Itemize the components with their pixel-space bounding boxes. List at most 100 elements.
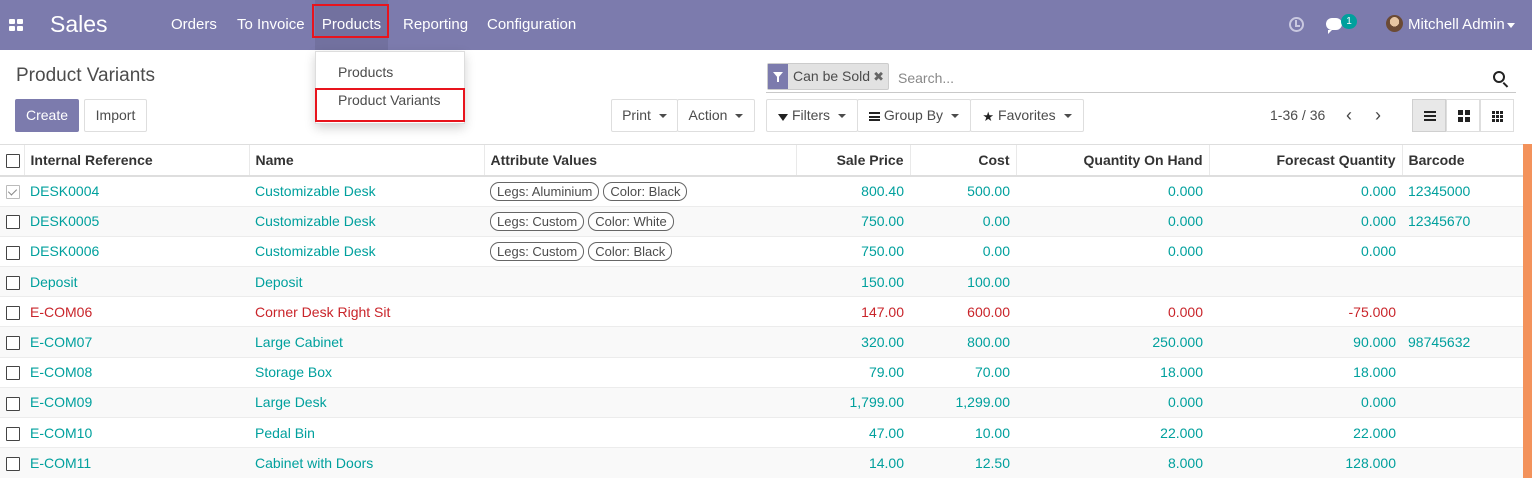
activity-clock-icon[interactable] [1289, 17, 1304, 32]
cell-sale-price[interactable]: 750.00 [796, 205, 910, 237]
pager-next-icon[interactable]: › [1368, 103, 1388, 127]
cell-attribute-values[interactable]: Legs: Aluminium Color: Black [484, 175, 796, 207]
cell-attribute-values[interactable] [484, 447, 796, 478]
cell-quantity-on-hand[interactable]: 0.000 [1016, 296, 1209, 327]
cell-forecast-quantity[interactable]: 128.000 [1209, 447, 1402, 478]
table-row[interactable]: Deposit Deposit 150.00 100.00 [0, 266, 1523, 297]
row-checkbox[interactable] [6, 215, 20, 230]
cell-forecast-quantity[interactable]: 0.000 [1209, 205, 1402, 237]
list-view-button[interactable] [1412, 99, 1446, 132]
menu-products[interactable]: Products [315, 0, 388, 50]
cell-quantity-on-hand[interactable]: 250.000 [1016, 326, 1209, 358]
table-row[interactable]: E-COM09 Large Desk 1,799.00 1,299.00 0.000 0.… [0, 386, 1523, 418]
cell-barcode[interactable] [1402, 296, 1523, 327]
select-all-checkbox[interactable] [6, 154, 20, 169]
action-button[interactable]: Action [677, 99, 755, 132]
row-checkbox[interactable] [6, 366, 20, 381]
filters-button[interactable]: Filters [766, 99, 858, 132]
cell-quantity-on-hand[interactable] [1016, 266, 1209, 297]
apps-menu-icon[interactable] [9, 19, 23, 31]
row-checkbox[interactable] [6, 457, 20, 472]
cell-forecast-quantity[interactable] [1209, 266, 1402, 297]
cell-name[interactable]: Corner Desk Right Sit [249, 296, 484, 327]
cell-forecast-quantity[interactable]: -75.000 [1209, 296, 1402, 327]
row-checkbox[interactable] [6, 305, 20, 320]
cell-cost[interactable]: 10.00 [910, 416, 1016, 448]
cell-internal-reference[interactable]: E-COM09 [24, 386, 249, 418]
cell-attribute-values[interactable]: Legs: Custom Color: White [484, 205, 796, 237]
print-button[interactable]: Print [611, 99, 678, 132]
cell-attribute-values[interactable]: Legs: Custom Color: Black [484, 235, 796, 267]
user-avatar[interactable] [1386, 15, 1403, 32]
cell-sale-price[interactable]: 750.00 [796, 235, 910, 267]
column-sale-price[interactable]: Sale Price [795, 145, 910, 177]
cell-forecast-quantity[interactable]: 90.000 [1209, 326, 1402, 358]
pager-previous-icon[interactable]: ‹ [1339, 103, 1359, 127]
cell-internal-reference[interactable]: E-COM11 [24, 447, 249, 478]
cell-quantity-on-hand[interactable]: 22.000 [1016, 416, 1209, 448]
table-row[interactable]: E-COM06 Corner Desk Right Sit 147.00 600.00… [0, 296, 1523, 327]
cell-forecast-quantity[interactable]: 22.000 [1209, 416, 1402, 448]
row-select-cell[interactable] [0, 205, 24, 237]
cell-barcode[interactable]: 98745632 [1402, 326, 1523, 358]
cell-quantity-on-hand[interactable]: 8.000 [1016, 447, 1209, 478]
cell-quantity-on-hand[interactable]: 18.000 [1016, 356, 1209, 388]
cell-sale-price[interactable]: 47.00 [796, 416, 910, 448]
kanban-view-button[interactable] [1446, 99, 1480, 132]
row-select-cell[interactable] [0, 447, 24, 478]
cell-sale-price[interactable]: 800.40 [796, 175, 910, 207]
column-barcode[interactable]: Barcode [1401, 145, 1523, 177]
cell-name[interactable]: Large Desk [249, 386, 484, 418]
cell-sale-price[interactable]: 79.00 [796, 356, 910, 388]
row-select-cell[interactable] [0, 386, 24, 418]
pager-value[interactable]: 1-36 / 36 [1270, 107, 1325, 123]
row-select-cell[interactable] [0, 326, 24, 358]
table-row[interactable]: E-COM11 Cabinet with Doors 14.00 12.50 8.000… [0, 447, 1523, 478]
cell-forecast-quantity[interactable]: 0.000 [1209, 235, 1402, 267]
grid-view-button[interactable] [1480, 99, 1514, 132]
cell-name[interactable]: Cabinet with Doors [249, 447, 484, 478]
cell-cost[interactable]: 800.00 [910, 326, 1016, 358]
cell-name[interactable]: Large Cabinet [249, 326, 484, 358]
row-select-cell[interactable] [0, 266, 24, 297]
cell-cost[interactable]: 600.00 [910, 296, 1016, 327]
menu-to-invoice[interactable]: To Invoice [237, 0, 305, 50]
cell-forecast-quantity[interactable]: 0.000 [1209, 386, 1402, 418]
row-checkbox[interactable] [6, 336, 20, 351]
cell-barcode[interactable]: 12345000 [1402, 175, 1523, 207]
group-by-button[interactable]: Group By [857, 99, 971, 132]
menu-reporting[interactable]: Reporting [403, 0, 468, 50]
dropdown-item-products[interactable]: Products [338, 64, 393, 80]
cell-internal-reference[interactable]: E-COM06 [24, 296, 249, 327]
cell-cost[interactable]: 0.00 [910, 235, 1016, 267]
menu-configuration[interactable]: Configuration [487, 0, 576, 50]
select-all-cell[interactable] [0, 145, 24, 177]
cell-cost[interactable]: 500.00 [910, 175, 1016, 207]
dropdown-item-product-variants[interactable]: Product Variants [338, 92, 440, 108]
row-select-cell[interactable] [0, 356, 24, 388]
cell-quantity-on-hand[interactable]: 0.000 [1016, 205, 1209, 237]
cell-internal-reference[interactable]: DESK0004 [24, 175, 249, 207]
cell-internal-reference[interactable]: E-COM08 [24, 356, 249, 388]
cell-sale-price[interactable]: 14.00 [796, 447, 910, 478]
cell-name[interactable]: Customizable Desk [249, 205, 484, 237]
cell-sale-price[interactable]: 320.00 [796, 326, 910, 358]
cell-internal-reference[interactable]: DESK0006 [24, 235, 249, 267]
cell-name[interactable]: Deposit [249, 266, 484, 297]
create-button[interactable]: Create [15, 99, 79, 132]
table-row[interactable]: DESK0006 Customizable Desk Legs: Custom Col… [0, 235, 1523, 267]
cell-sale-price[interactable]: 1,799.00 [796, 386, 910, 418]
cell-attribute-values[interactable] [484, 386, 796, 418]
cell-name[interactable]: Customizable Desk [249, 175, 484, 207]
cell-internal-reference[interactable]: E-COM10 [24, 416, 249, 448]
user-menu[interactable]: Mitchell Admin [1408, 0, 1505, 50]
cell-attribute-values[interactable] [484, 416, 796, 448]
cell-attribute-values[interactable] [484, 266, 796, 297]
cell-name[interactable]: Storage Box [249, 356, 484, 388]
vertical-scrollbar[interactable] [1523, 144, 1532, 478]
column-cost[interactable]: Cost [909, 145, 1016, 177]
column-forecast-quantity[interactable]: Forecast Quantity [1208, 145, 1402, 177]
cell-quantity-on-hand[interactable]: 0.000 [1016, 386, 1209, 418]
cell-cost[interactable]: 1,299.00 [910, 386, 1016, 418]
table-row[interactable]: E-COM08 Storage Box 79.00 70.00 18.000 18.000 [0, 356, 1523, 388]
